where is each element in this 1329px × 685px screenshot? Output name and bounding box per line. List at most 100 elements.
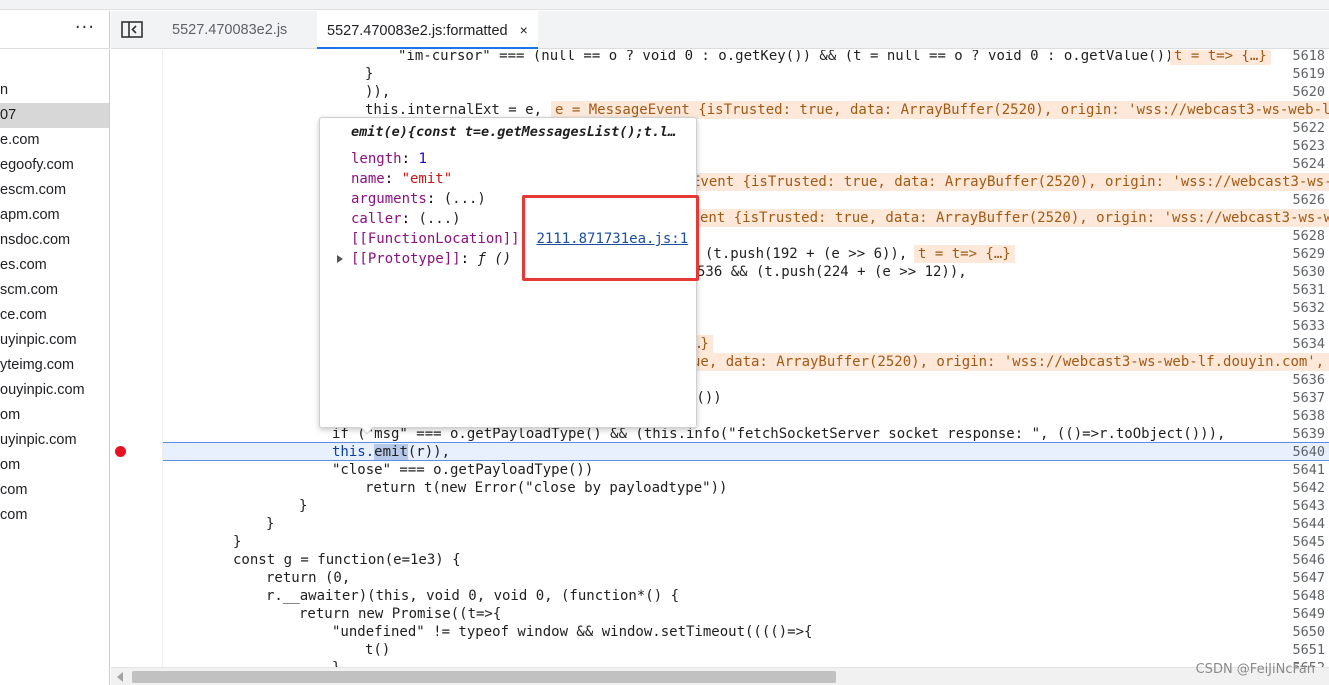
tab-source-file[interactable]: 5527.470083e2.js xyxy=(162,11,297,49)
line-number: 5649 xyxy=(1292,606,1325,622)
navigator-item[interactable]: yteimg.com xyxy=(0,353,109,378)
code-editor[interactable]: 5618 5619 5620 5621 5622 5623 5624 5625 … xyxy=(111,50,1329,667)
line-number: 5633 xyxy=(1292,318,1325,334)
prop-prototype[interactable]: [[Prototype]]: ƒ () xyxy=(351,250,511,268)
prop-caller[interactable]: caller: (...) xyxy=(351,210,461,228)
inline-value: ue, data: ArrayBuffer(2520), origin: 'ws… xyxy=(688,353,1329,371)
prop-arguments[interactable]: arguments: (...) xyxy=(351,190,486,208)
navigator-item[interactable]: n xyxy=(0,78,109,103)
line-number: 5648 xyxy=(1292,588,1325,604)
code-line: "close" === o.getPayloadType()) xyxy=(332,462,594,478)
prop-name: name: "emit" xyxy=(351,171,453,187)
code-token: this. xyxy=(332,444,375,460)
popover-pointer-icon xyxy=(360,426,374,434)
code-line: } xyxy=(365,66,374,82)
line-number: 5628 xyxy=(1292,228,1325,244)
line-number: 5636 xyxy=(1292,372,1325,388)
code-token: (r)), xyxy=(407,444,451,460)
close-tab-icon[interactable]: × xyxy=(520,11,528,49)
line-number: 5623 xyxy=(1292,138,1325,154)
editor-tab-bar: 5527.470083e2.js 5527.470083e2.js:format… xyxy=(111,11,1329,49)
line-number: 5632 xyxy=(1292,300,1325,316)
annotation-highlight-box xyxy=(522,195,699,281)
line-number: 5624 xyxy=(1292,156,1325,172)
line-number: 5640 xyxy=(1292,444,1325,460)
line-number: 5638 xyxy=(1292,408,1325,424)
navigator-item[interactable]: egoofy.com xyxy=(0,153,109,178)
code-line: return new Promise((t=>{ xyxy=(299,606,502,622)
code-line: } xyxy=(332,659,340,667)
navigator-item[interactable]: uyinpic.com xyxy=(0,428,109,453)
navigator-item-selected[interactable]: 07 xyxy=(0,103,109,128)
more-options-button[interactable]: ··· xyxy=(75,17,95,38)
tab-label: 5527.470083e2.js xyxy=(172,22,288,38)
navigator-header: ··· xyxy=(0,11,110,49)
navigator-item[interactable]: om xyxy=(0,403,109,428)
line-number: 5622 xyxy=(1292,120,1325,136)
line-number: 5645 xyxy=(1292,534,1325,550)
line-number: 5646 xyxy=(1292,552,1325,568)
code-line: r.__awaiter)(this, void 0, void 0, (func… xyxy=(266,588,680,604)
tab-label: 5527.470083e2.js:formatted xyxy=(327,23,508,39)
line-number: 5637 xyxy=(1292,390,1325,406)
navigator-item[interactable]: ouyinpic.com xyxy=(0,378,109,403)
hovered-token[interactable]: emit xyxy=(374,444,408,460)
line-number: 5647 xyxy=(1292,570,1325,586)
line-number: 5620 xyxy=(1292,84,1325,100)
inline-value: ent {isTrusted: true, data: ArrayBuffer(… xyxy=(696,209,1329,227)
line-number: 5629 xyxy=(1292,246,1325,262)
breakpoint-marker[interactable] xyxy=(115,446,126,457)
code-line: } xyxy=(266,516,275,532)
code-line: "undefined" != typeof window && window.s… xyxy=(332,624,813,640)
code-line: return t(new Error("close by payloadtype… xyxy=(365,480,728,496)
line-number: 5634 xyxy=(1292,336,1325,352)
navigator-item[interactable]: com xyxy=(0,503,109,528)
code-line-paused: this.emit(r)), xyxy=(332,443,450,461)
navigator-item[interactable]: es.com xyxy=(0,253,109,278)
line-number-gutter[interactable] xyxy=(111,50,163,667)
expand-triangle-icon[interactable] xyxy=(337,255,343,263)
line-number: 5651 xyxy=(1292,642,1325,658)
line-number: 5631 xyxy=(1292,282,1325,298)
code-line: } xyxy=(299,498,308,514)
code-line: )), xyxy=(365,84,391,100)
line-number: 5639 xyxy=(1292,426,1325,442)
navigator-item[interactable]: om xyxy=(0,453,109,478)
line-number: 5642 xyxy=(1292,480,1325,496)
line-number: 5644 xyxy=(1292,516,1325,532)
code-line: t() xyxy=(365,642,391,658)
code-line: "im-cursor" === (null == o ? void 0 : o.… xyxy=(398,50,1174,64)
tab-formatted-file[interactable]: 5527.470083e2.js:formatted × xyxy=(317,11,538,49)
inline-value: t = t=> {…} xyxy=(1170,50,1271,65)
code-line: 536 && (t.push(224 + (e >> 12)), xyxy=(697,264,967,280)
code-line: (t.push(192 + (e >> 6)), xyxy=(705,246,908,262)
line-number: 5618 xyxy=(1292,50,1325,64)
line-number: 5643 xyxy=(1292,498,1325,514)
code-line: } xyxy=(233,534,242,550)
code-line: return (0, xyxy=(266,570,351,586)
line-number: 5619 xyxy=(1292,66,1325,82)
scrollbar-thumb[interactable] xyxy=(132,671,836,683)
line-number: 5641 xyxy=(1292,462,1325,478)
inline-value: t = t=> {…} xyxy=(914,245,1015,263)
inline-value: Event {isTrusted: true, data: ArrayBuffe… xyxy=(688,173,1329,191)
navigator-item[interactable]: escm.com xyxy=(0,178,109,203)
popover-title: emit(e){const t=e.getMessagesList();t.l… xyxy=(351,124,677,140)
navigator-item[interactable]: e.com xyxy=(0,128,109,153)
navigator-item[interactable]: ce.com xyxy=(0,303,109,328)
navigator-item[interactable]: apm.com xyxy=(0,203,109,228)
prop-length: length: 1 xyxy=(351,151,427,167)
navigator-item[interactable]: uyinpic.com xyxy=(0,328,109,353)
navigator-item[interactable]: nsdoc.com xyxy=(0,228,109,253)
scroll-left-icon[interactable] xyxy=(117,672,123,682)
watermark-text: CSDN @FeiJiNcFan xyxy=(1195,662,1315,677)
line-number: 5626 xyxy=(1292,192,1325,208)
navigator-item[interactable]: scm.com xyxy=(0,278,109,303)
line-number: 5650 xyxy=(1292,624,1325,640)
window-top-strip xyxy=(0,0,1329,10)
toggle-navigator-icon[interactable] xyxy=(121,21,143,38)
code-line: const g = function(e=1e3) { xyxy=(233,552,461,568)
horizontal-scrollbar[interactable] xyxy=(111,667,1329,685)
file-navigator: n 07 e.com egoofy.com escm.com apm.com n… xyxy=(0,50,110,685)
navigator-item[interactable]: com xyxy=(0,478,109,503)
